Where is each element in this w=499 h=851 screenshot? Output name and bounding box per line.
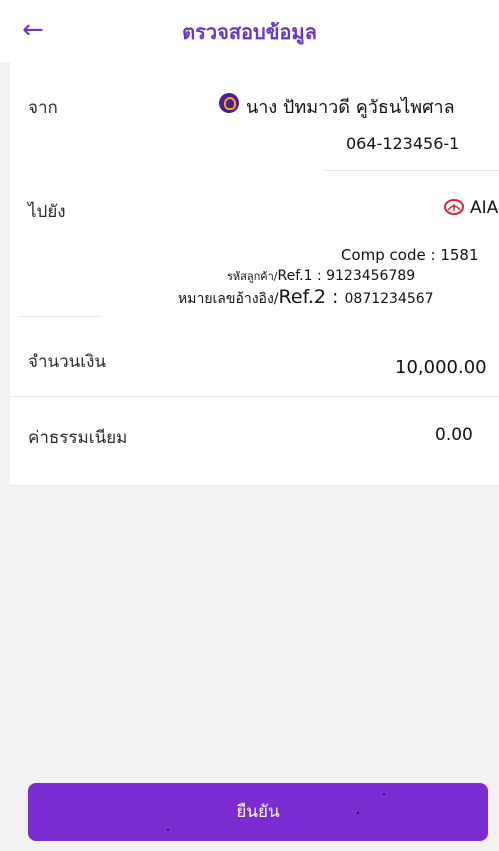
- bank-logo-icon: [219, 93, 239, 113]
- ref1-prefix: รหัสลูกค้า/: [227, 270, 278, 283]
- ref2-prefix: หมายเลขอ้างอิง/: [178, 291, 279, 307]
- ref2-line: หมายเลขอ้างอิง/Ref.2 : 0871234567: [178, 286, 434, 310]
- to-label: ไปยัง: [28, 202, 66, 222]
- fee-label: ค่าธรรมเนียม: [28, 428, 128, 448]
- ref2-value: 0871234567: [344, 291, 434, 307]
- from-label: จาก: [28, 98, 58, 118]
- divider: [10, 396, 499, 397]
- to-name: AIA: [470, 198, 499, 218]
- header-bar: ← ตรวจสอบข้อมูล: [0, 0, 499, 62]
- from-name: นาง ปัทมาวดี คูวัธนไพศาล: [246, 97, 455, 118]
- confirm-button[interactable]: ยืนยัน: [28, 783, 488, 841]
- aia-logo-icon: [444, 199, 464, 215]
- amount-label: จำนวนเงิน: [28, 352, 107, 372]
- divider: [18, 316, 100, 317]
- ref1-line: รหัสลูกค้า/Ref.1 : 9123456789: [227, 267, 415, 285]
- screen-speck: [357, 812, 359, 814]
- screen-speck: [383, 793, 385, 795]
- comp-code: Comp code : 1581: [341, 246, 479, 264]
- fee-value: 0.00: [435, 425, 473, 445]
- ref1-value: Ref.1 : 9123456789: [277, 268, 416, 284]
- from-account: 064-123456-1: [346, 134, 460, 153]
- ref2-ref: Ref.2: [278, 286, 327, 308]
- screen-speck: [167, 829, 169, 831]
- amount-value: 10,000.00: [395, 357, 487, 378]
- page-title: ตรวจสอบข้อมูล: [182, 20, 317, 44]
- ref2-sep: :: [326, 286, 345, 308]
- details-card: จาก นาง ปัทมาวดี คูวัธนไพศาล 064-123456-…: [10, 62, 499, 486]
- divider: [322, 170, 499, 171]
